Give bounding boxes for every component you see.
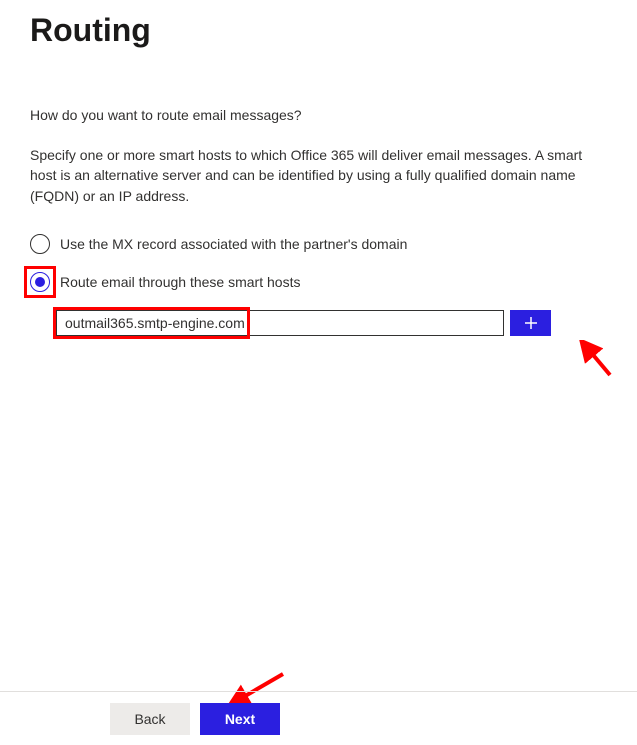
radio-icon xyxy=(30,234,50,254)
next-button[interactable]: Next xyxy=(200,703,280,735)
add-smart-host-button[interactable] xyxy=(510,310,551,336)
radio-option-smart-hosts[interactable]: Route email through these smart hosts xyxy=(30,272,607,292)
arrow-annotation-icon xyxy=(575,340,615,380)
back-button[interactable]: Back xyxy=(110,703,190,735)
footer-bar: Back Next xyxy=(0,691,637,745)
radio-label-mx: Use the MX record associated with the pa… xyxy=(60,236,407,252)
routing-question: How do you want to route email messages? xyxy=(30,107,607,123)
radio-label-smart-hosts: Route email through these smart hosts xyxy=(60,274,300,290)
plus-icon xyxy=(524,316,538,330)
routing-description: Specify one or more smart hosts to which… xyxy=(30,145,607,206)
page-title: Routing xyxy=(30,12,607,49)
smart-host-input[interactable] xyxy=(56,310,504,336)
radio-option-mx-record[interactable]: Use the MX record associated with the pa… xyxy=(30,234,607,254)
radio-icon-selected xyxy=(30,272,50,292)
smart-host-row xyxy=(56,310,607,336)
radio-inner-dot xyxy=(35,277,45,287)
